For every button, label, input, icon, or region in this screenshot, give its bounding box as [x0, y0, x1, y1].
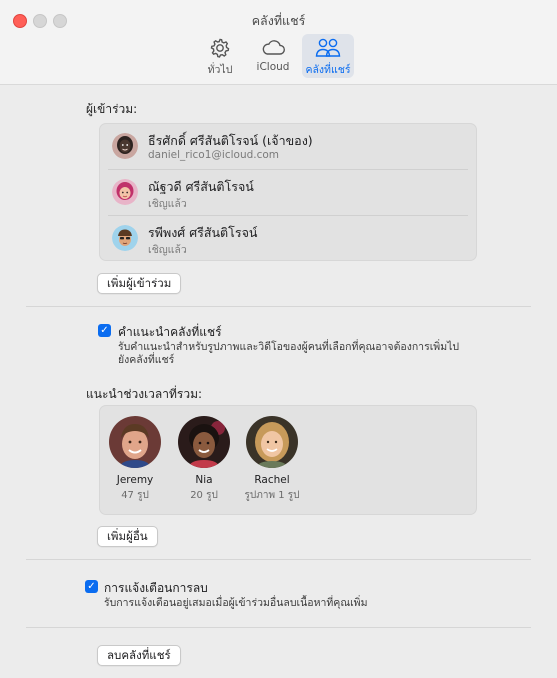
settings-window: คลังที่แชร์ ทั่วไป iCloud คลังที่แชร์ ผู… [0, 0, 557, 678]
person-name: Jeremy [116, 474, 154, 486]
deletion-alert-title: การแจ้งเตือนการลบ [104, 581, 208, 595]
person-name: Rachel [254, 474, 290, 486]
person-name: Nia [195, 474, 213, 486]
suggested-people-box: Jeremy 47 รูป Nia 20 รูป Rachel รูปภาพ 1… [99, 405, 477, 515]
toolbar: คลังที่แชร์ ทั่วไป iCloud คลังที่แชร์ [0, 0, 557, 85]
tab-icloud-label: iCloud [256, 61, 290, 73]
person-photo-count: 47 รูป [121, 490, 149, 501]
participants-label: ผู้เข้าร่วม: [86, 102, 138, 116]
tab-icloud[interactable]: iCloud [251, 34, 295, 78]
tab-general[interactable]: ทั่วไป [198, 34, 242, 78]
person-photo-count: รูปภาพ 1 รูป [244, 490, 300, 501]
person-nia[interactable]: Nia 20 รูป [169, 416, 239, 503]
tab-shared-library[interactable]: คลังที่แชร์ [302, 34, 354, 78]
person-photo-count: 20 รูป [190, 490, 218, 501]
people-icon [314, 36, 342, 60]
participant-row[interactable]: รพีพงศ์ ศรีสันติโรจน์ เชิญแล้ว [100, 216, 476, 261]
person-jeremy[interactable]: Jeremy 47 รูป [100, 416, 170, 503]
participant-name: รพีพงศ์ ศรีสันติโรจน์ [148, 225, 258, 240]
person-photo [178, 416, 230, 468]
window-title: คลังที่แชร์ [251, 13, 306, 28]
participant-status: เชิญแล้ว [148, 244, 187, 256]
section-divider [26, 559, 531, 560]
suggestions-checkbox[interactable]: ✓ [98, 324, 111, 337]
participant-name: ธีรศักดิ์ ศรีสันติโรจน์ (เจ้าของ) [148, 133, 313, 148]
person-photo [109, 416, 161, 468]
gear-icon [209, 36, 231, 60]
participant-email: daniel_rico1@icloud.com [148, 149, 280, 161]
delete-shared-library-button[interactable]: ลบคลังที่แชร์ [97, 645, 181, 666]
suggestions-title: คำแนะนำคลังที่แชร์ [118, 325, 222, 339]
suggestions-description: รับคำแนะนำสำหรับรูปภาพและวิดีโอของผู้คนท… [118, 341, 518, 367]
person-photo [246, 416, 298, 468]
cloud-icon [260, 36, 286, 60]
tab-general-label: ทั่วไป [207, 64, 233, 76]
tab-shared-label: คลังที่แชร์ [305, 64, 351, 76]
participant-name: ณัฐวดี ศรีสันติโรจน์ [148, 179, 254, 194]
participant-row[interactable]: ณัฐวดี ศรีสันติโรจน์ เชิญแล้ว [100, 170, 476, 215]
add-participants-button[interactable]: เพิ่มผู้เข้าร่วม [97, 273, 182, 294]
suggestions-desc-line2: ยังคลังที่แชร์ [118, 354, 175, 366]
participant-row[interactable]: ธีรศักดิ์ ศรีสันติโรจน์ (เจ้าของ) daniel… [100, 124, 476, 169]
deletion-alert-description: รับการแจ้งเตือนอยู่เสมอเมื่อผู้เข้าร่วมอ… [104, 597, 368, 609]
suggestions-desc-line1: รับคำแนะนำสำหรับรูปภาพและวิดีโอของผู้คนท… [118, 341, 460, 353]
deletion-alert-checkbox[interactable]: ✓ [85, 580, 98, 593]
avatar [112, 225, 138, 251]
section-divider [26, 306, 531, 307]
participant-status: เชิญแล้ว [148, 198, 187, 210]
suggest-period-label: แนะนำช่วงเวลาที่รวม: [86, 387, 203, 401]
avatar [112, 179, 138, 205]
section-divider [26, 627, 531, 628]
avatar [112, 133, 138, 159]
add-others-button[interactable]: เพิ่มผู้อื่น [97, 526, 158, 547]
settings-content: ผู้เข้าร่วม: ธีรศักดิ์ ศรีสันติโรจน์ (เจ… [0, 85, 557, 678]
person-rachel[interactable]: Rachel รูปภาพ 1 รูป [234, 416, 310, 503]
participants-list: ธีรศักดิ์ ศรีสันติโรจน์ (เจ้าของ) daniel… [99, 123, 477, 261]
